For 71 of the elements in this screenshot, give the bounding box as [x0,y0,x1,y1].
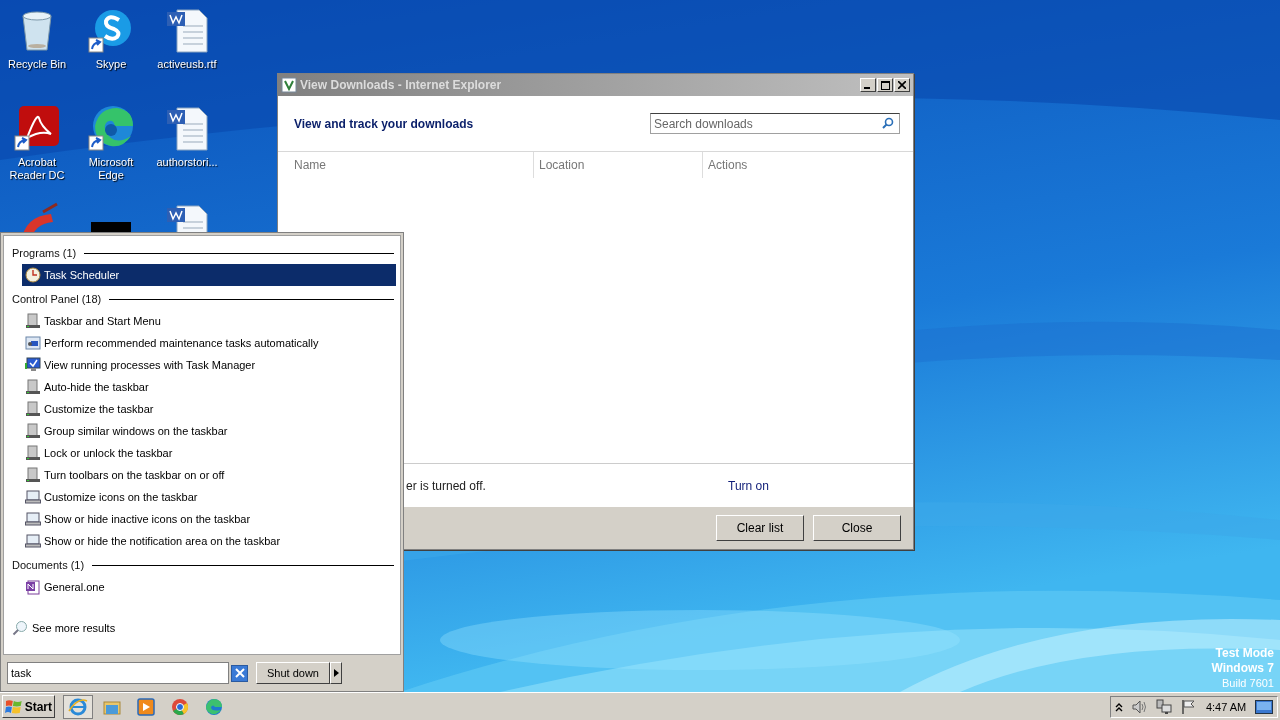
clear-list-button[interactable]: Clear list [716,515,804,541]
search-icon[interactable] [882,117,894,129]
group-heading: Control Panel (18) [12,293,102,305]
result-item[interactable]: Show or hide the notification area on the taskbar [22,530,396,552]
result-item[interactable]: Task Scheduler [22,264,396,286]
laptop-icon [25,533,41,549]
icon-label[interactable]: activeusb.rtf [151,58,223,71]
speaker-icon[interactable] [1131,699,1148,714]
taskbar-icon [25,401,41,417]
window-title: View Downloads - Internet Explorer [300,78,503,92]
close-icon [234,668,245,678]
icon-label[interactable]: Microsoft Edge [75,156,147,182]
taskbar-icon [25,379,41,395]
shut-down-button[interactable]: Shut down [256,662,330,684]
result-item[interactable]: Auto-hide the taskbar [22,376,396,398]
result-item[interactable]: Customize the taskbar [22,398,396,420]
result-item[interactable]: Lock or unlock the taskbar [22,442,396,464]
watermark-text: Test Mode [1215,646,1274,661]
group-heading: Documents (1) [12,559,85,571]
laptop-icon [25,511,41,527]
caret-icon [333,669,339,677]
laptop-icon [25,489,41,505]
taskbar-icon [25,445,41,461]
minimize-button[interactable] [860,78,876,92]
close-icon [898,81,906,89]
search-field[interactable]: task [7,662,229,684]
result-item[interactable]: General.one [22,576,396,598]
monitor-icon [25,357,41,373]
search-icon [12,620,28,636]
column-header[interactable]: Name [278,152,533,178]
show-desktop-icon[interactable] [1254,699,1273,714]
app-icon[interactable] [13,104,61,152]
notebook-icon [25,579,41,595]
turn-on-link[interactable]: Turn on [728,478,769,493]
shut-down-options-button[interactable] [330,662,342,684]
see-more-results-link[interactable]: See more results [12,617,116,639]
result-item[interactable]: View running processes with Task Manager [22,354,396,376]
taskbar-icon [25,313,41,329]
icon-label[interactable]: Acrobat Reader DC [1,156,73,182]
taskbar-icon [25,467,41,483]
result-item[interactable]: Turn toolbars on the taskbar on or off [22,464,396,486]
show-hidden-icons-icon[interactable] [1115,701,1123,712]
windows-logo-icon [5,698,23,715]
search-field[interactable]: Search downloads [650,113,900,134]
icon-label[interactable]: Recycle Bin [1,58,73,71]
close-button[interactable] [894,78,910,92]
result-item[interactable]: Show or hide inactive icons on the taskbar [22,508,396,530]
clear-search-button[interactable] [231,664,248,682]
result-item[interactable]: Customize icons on the taskbar [22,486,396,508]
close-button[interactable]: Close [813,515,901,541]
watermark-text: Windows 7 [1211,661,1274,676]
result-item[interactable]: Taskbar and Start Menu [22,310,396,332]
clock[interactable]: 4:47 AM [1205,700,1247,713]
group-heading: Programs (1) [12,247,77,259]
watermark-text: Build 7601 [1222,676,1274,691]
network-icon[interactable] [1156,698,1173,715]
result-item[interactable]: Perform recommended maintenance tasks automatically [22,332,396,354]
icon-label[interactable]: authorstori... [151,156,223,169]
maximize-button[interactable] [877,78,893,92]
column-header[interactable]: Location [533,152,702,178]
maximize-icon [880,80,890,90]
edge-icon[interactable] [87,104,135,152]
clock-icon [25,267,41,283]
window-icon [25,335,41,351]
taskbar-icon [25,423,41,439]
page-heading: View and track your downloads [294,116,474,131]
start-button[interactable]: Start [2,695,55,718]
result-item[interactable]: Group similar windows on the taskbar [22,420,396,442]
column-header[interactable]: Actions [702,152,913,178]
notice-text: er is turned off. [406,478,487,493]
icon-label[interactable]: Skype [75,58,147,71]
